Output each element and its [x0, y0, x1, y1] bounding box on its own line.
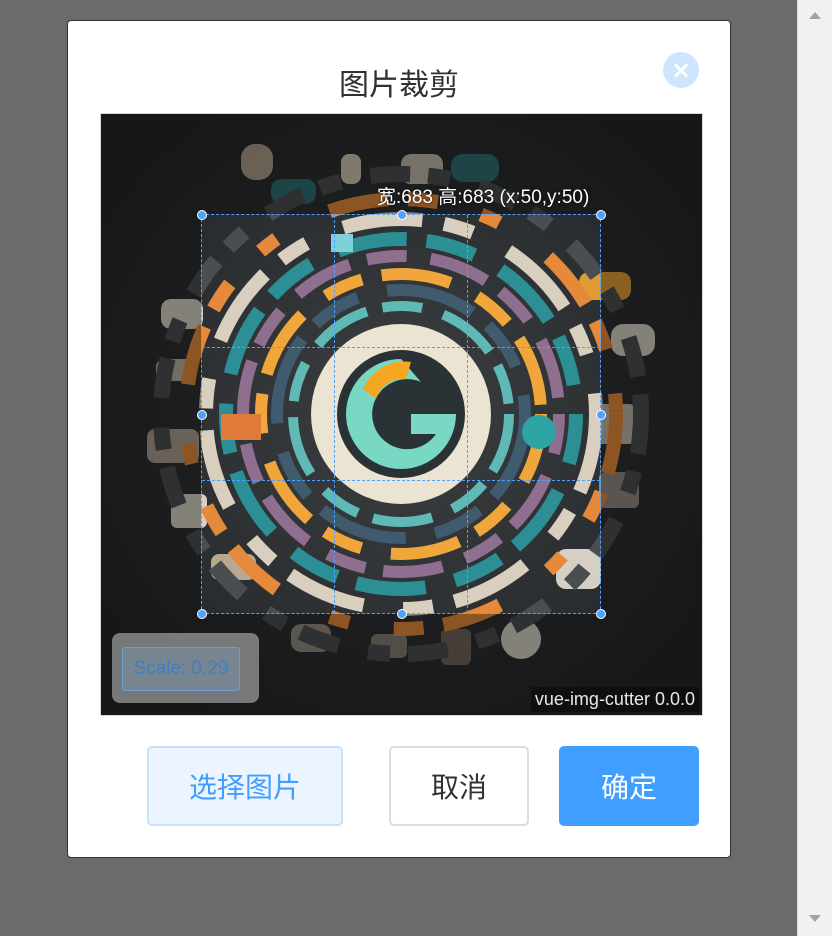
scale-indicator: Scale: 0.29 — [112, 633, 259, 703]
mask-left — [101, 214, 201, 614]
select-image-button[interactable]: 选择图片 — [147, 746, 343, 826]
resize-handle-bottom-right[interactable] — [596, 609, 606, 619]
close-icon[interactable]: × — [663, 52, 699, 88]
resize-handle-right[interactable] — [596, 410, 606, 420]
resize-handle-top-right[interactable] — [596, 210, 606, 220]
grid-line — [202, 347, 600, 348]
grid-line — [202, 480, 600, 481]
confirm-button[interactable]: 确定 — [559, 746, 699, 826]
mask-right — [601, 214, 702, 614]
grid-line — [334, 215, 335, 613]
page-scrollbar[interactable] — [797, 0, 832, 936]
resize-handle-top[interactable] — [397, 210, 407, 220]
version-label: vue-img-cutter 0.0.0 — [530, 687, 699, 712]
scroll-up-icon[interactable] — [809, 12, 821, 19]
cancel-button[interactable]: 取消 — [389, 746, 529, 826]
grid-line — [467, 215, 468, 613]
resize-handle-top-left[interactable] — [197, 210, 207, 220]
resize-handle-left[interactable] — [197, 410, 207, 420]
resize-handle-bottom[interactable] — [397, 609, 407, 619]
crop-box[interactable] — [197, 210, 606, 619]
dialog-title: 图片裁剪 — [339, 68, 459, 103]
scale-label: Scale: 0.29 — [122, 647, 240, 691]
resize-handle-bottom-left[interactable] — [197, 609, 207, 619]
crop-size-info: 宽:683 高:683 (x:50,y:50) — [377, 187, 590, 208]
scroll-down-icon[interactable] — [809, 915, 821, 922]
image-cutter[interactable]: 宽:683 高:683 (x:50,y:50) Scale: 0.29 vue-… — [100, 113, 703, 716]
crop-dialog: 图片裁剪 × 宽:683 高:683 (x:50,y:50) Scale: 0.… — [67, 20, 731, 858]
